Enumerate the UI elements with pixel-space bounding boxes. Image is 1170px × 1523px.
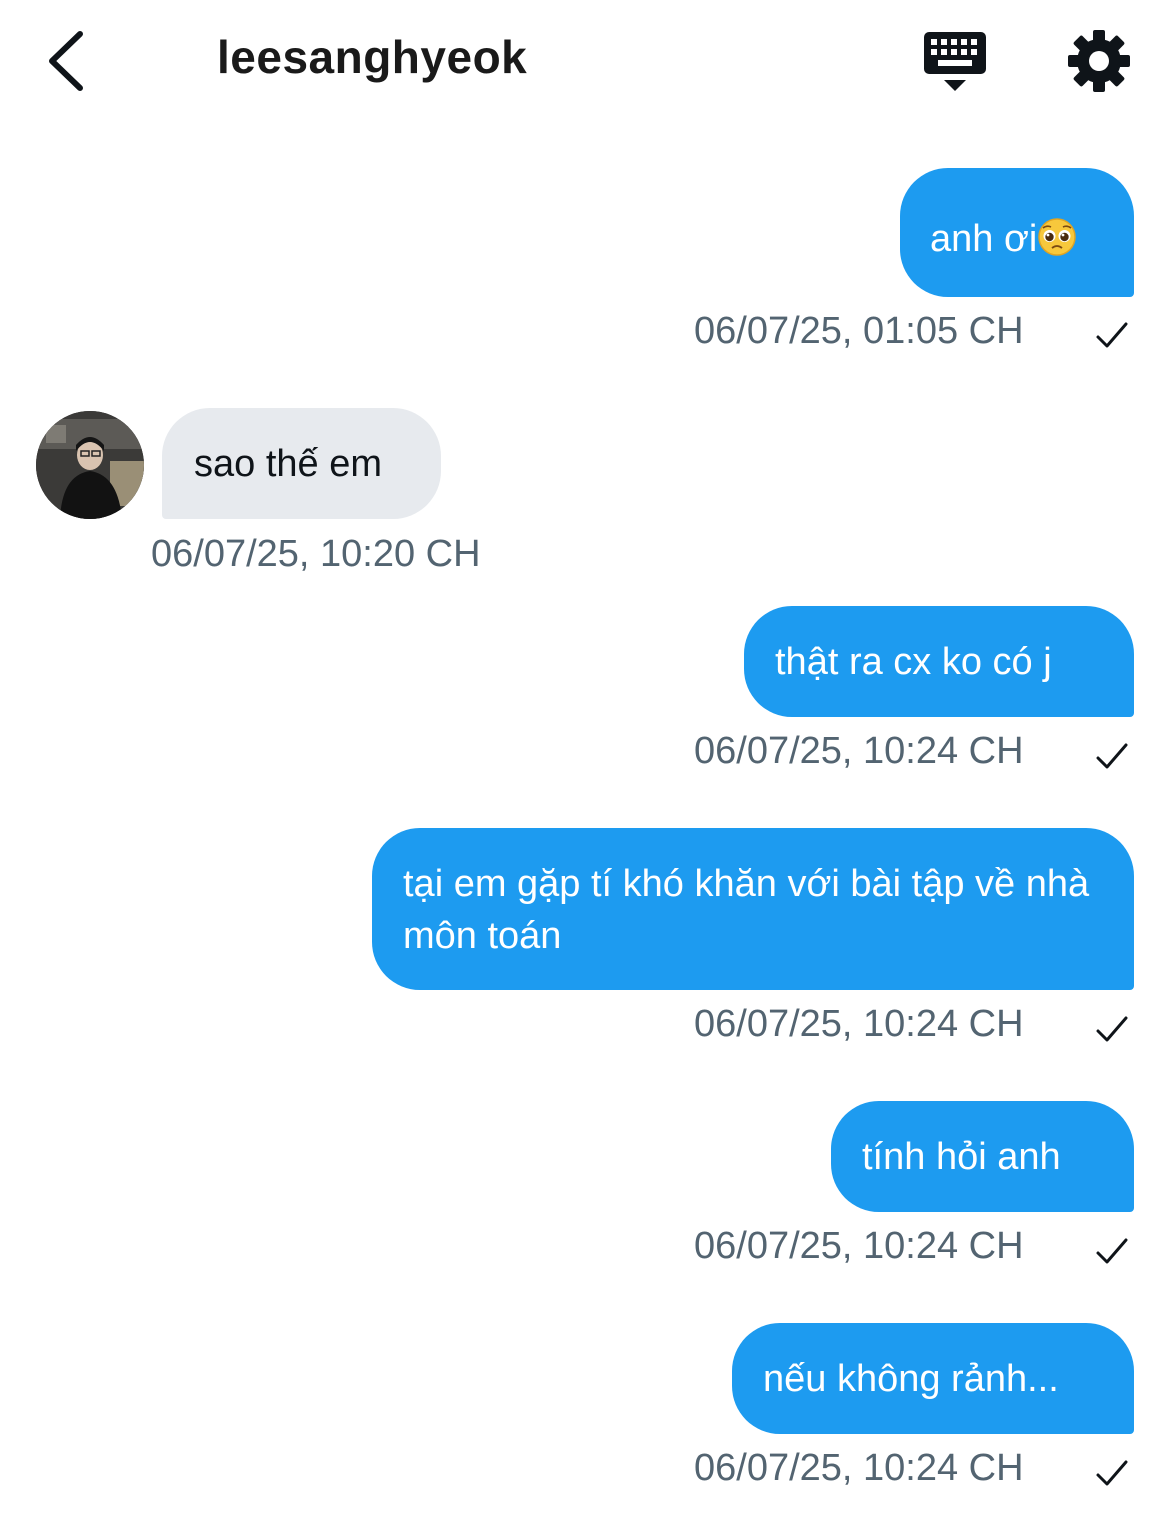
conversation-title[interactable]: leesanghyeok (217, 30, 527, 84)
message-timestamp: 06/07/25, 10:20 CH (151, 533, 481, 575)
message-timestamp: 06/07/25, 10:24 CH (694, 1447, 1024, 1489)
settings-button[interactable] (1064, 26, 1134, 96)
outgoing-message-bubble[interactable]: anh ơi (900, 168, 1134, 297)
conversation-header: leesanghyeok (0, 0, 1170, 120)
back-button[interactable] (40, 26, 100, 96)
keyboard-icon (924, 32, 986, 91)
outgoing-message-bubble[interactable]: nếu không rảnh... (732, 1323, 1134, 1434)
message-text: tính hỏi anh (862, 1136, 1061, 1178)
message-text: nếu không rảnh... (763, 1358, 1059, 1400)
message-timestamp: 06/07/25, 01:05 CH (694, 310, 1024, 352)
keyboard-button[interactable] (918, 28, 992, 98)
outgoing-message-bubble[interactable]: tại em gặp tí khó khăn với bài tập về nh… (372, 828, 1134, 990)
check-icon (1096, 1460, 1128, 1486)
incoming-message-bubble[interactable]: sao thế em (162, 408, 441, 519)
message-timestamp: 06/07/25, 10:24 CH (694, 1003, 1024, 1045)
check-icon (1096, 1016, 1128, 1042)
check-icon (1096, 743, 1128, 769)
message-text: sao thế em (194, 443, 382, 485)
avatar[interactable] (36, 411, 144, 519)
check-icon (1096, 1238, 1128, 1264)
message-timestamp: 06/07/25, 10:24 CH (694, 730, 1024, 772)
check-icon (1096, 322, 1128, 348)
outgoing-message-bubble[interactable]: tính hỏi anh (831, 1101, 1134, 1212)
message-text: anh ơi (930, 218, 1038, 260)
message-text: thật ra cx ko có j (775, 641, 1052, 683)
profile-photo (36, 411, 144, 519)
chevron-left-icon (49, 31, 83, 91)
pleading-face-emoji (1038, 218, 1077, 256)
message-timestamp: 06/07/25, 10:24 CH (694, 1225, 1024, 1267)
outgoing-message-bubble[interactable]: thật ra cx ko có j (744, 606, 1134, 717)
message-text: tại em gặp tí khó khăn với bài tập về nh… (403, 863, 1090, 957)
gear-icon (1068, 30, 1130, 92)
